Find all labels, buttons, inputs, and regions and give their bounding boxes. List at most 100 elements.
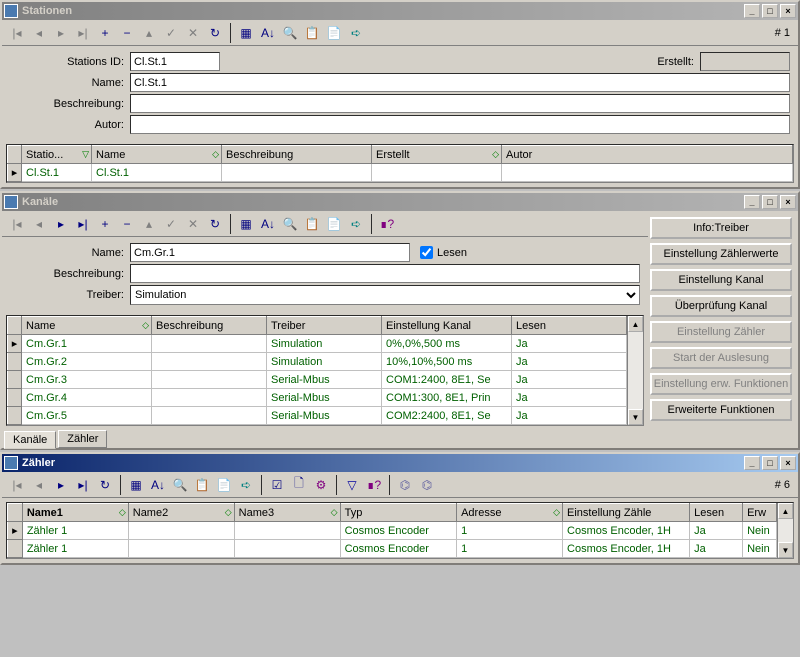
scrollbar[interactable]: ▲ ▼ [627,316,643,425]
table-row[interactable]: ▸ Cl.St.1 Cl.St.1 [8,164,793,182]
minimize-button[interactable]: _ [744,456,760,470]
nav-prev-icon[interactable]: ◂ [29,23,49,43]
grid-icon[interactable]: ▦ [236,23,256,43]
col-kbeschreibung[interactable]: Beschreibung [152,317,267,335]
table-row[interactable]: Cm.Gr.5 Serial-Mbus COM2:2400, 8E1, Se J… [8,407,627,425]
maximize-button[interactable]: □ [762,456,778,470]
col-name1[interactable]: Name1◇ [22,504,128,522]
search-icon[interactable]: 🔍 [280,23,300,43]
info-treiber-button[interactable]: Info:Treiber [650,217,792,239]
einstellung-kanal-button[interactable]: Einstellung Kanal [650,269,792,291]
einstellung-zaehlerwerte-button[interactable]: Einstellung Zählerwerte [650,243,792,265]
col-beschreibung[interactable]: Beschreibung [222,146,372,164]
new-doc-icon[interactable]: 🗋 [289,475,309,495]
col-einstellung-kanal[interactable]: Einstellung Kanal [382,317,512,335]
add-icon[interactable]: + [95,214,115,234]
col-name3[interactable]: Name3◇ [234,504,340,522]
table-row[interactable]: Zähler 1 Cosmos Encoder 1 Cosmos Encoder… [8,540,777,558]
gear-icon[interactable]: ⚙ [311,475,331,495]
check-icon[interactable]: ☑ [267,475,287,495]
maximize-button[interactable]: □ [762,4,778,18]
kname-input[interactable] [130,243,410,262]
edit-icon[interactable]: ▴ [139,23,159,43]
tree2-icon[interactable]: ⌬ [417,475,437,495]
nav-last-icon[interactable]: ▸| [73,214,93,234]
tree-icon[interactable]: ⌬ [395,475,415,495]
scroll-down-icon[interactable]: ▼ [778,542,793,558]
edit-icon[interactable]: ▴ [139,214,159,234]
table-row[interactable]: Cm.Gr.4 Serial-Mbus COM1:300, 8E1, Prin … [8,389,627,407]
col-lesen[interactable]: Lesen [512,317,627,335]
tab-zaehler[interactable]: Zähler [58,430,107,448]
table-row[interactable]: ▸ Cm.Gr.1 Simulation 0%,0%,500 ms Ja [8,335,627,353]
sort-icon[interactable]: A↓ [258,214,278,234]
col-name2[interactable]: Name2◇ [128,504,234,522]
grid-icon[interactable]: ▦ [236,214,256,234]
table-row[interactable]: Cm.Gr.2 Simulation 10%,10%,500 ms Ja [8,353,627,371]
delete-icon[interactable]: − [117,23,137,43]
help-icon[interactable]: ∎? [377,214,397,234]
add-icon[interactable]: + [95,23,115,43]
close-button[interactable]: × [780,195,796,209]
nav-prev-icon[interactable]: ◂ [29,214,49,234]
col-adresse[interactable]: Adresse◇ [457,504,563,522]
grid-icon[interactable]: ▦ [126,475,146,495]
table-row[interactable]: Cm.Gr.3 Serial-Mbus COM1:2400, 8E1, Se J… [8,371,627,389]
nav-next-icon[interactable]: ▸ [51,23,71,43]
maximize-button[interactable]: □ [762,195,778,209]
refresh-icon[interactable]: ↻ [205,23,225,43]
paste-icon[interactable]: 📄 [214,475,234,495]
col-statio[interactable]: Statio...▽ [22,146,92,164]
post-icon[interactable]: ✓ [161,214,181,234]
paste-icon[interactable]: 📄 [324,214,344,234]
scroll-down-icon[interactable]: ▼ [628,409,643,425]
col-name[interactable]: Name◇ [92,146,222,164]
cancel-icon[interactable]: ✕ [183,23,203,43]
col-typ[interactable]: Typ [340,504,457,522]
refresh-icon[interactable]: ↻ [205,214,225,234]
minimize-button[interactable]: _ [744,4,760,18]
filter-icon[interactable]: ▽ [342,475,362,495]
erstellt-input[interactable] [700,52,790,71]
beschreibung-input[interactable] [130,94,790,113]
paste-icon[interactable]: 📄 [324,23,344,43]
copy-icon[interactable]: 📋 [302,23,322,43]
stations-id-input[interactable] [130,52,220,71]
nav-last-icon[interactable]: ▸| [73,23,93,43]
nav-prev-icon[interactable]: ◂ [29,475,49,495]
col-erstellt[interactable]: Erstellt◇ [372,146,502,164]
autor-input[interactable] [130,115,790,134]
stationen-grid[interactable]: Statio...▽ Name◇ Beschreibung Erstellt◇ … [6,144,794,183]
minimize-button[interactable]: _ [744,195,760,209]
help-icon[interactable]: ∎? [364,475,384,495]
scrollbar[interactable]: ▲ ▼ [777,503,793,558]
col-erw[interactable]: Erw [743,504,777,522]
close-button[interactable]: × [780,4,796,18]
post-icon[interactable]: ✓ [161,23,181,43]
export-icon[interactable]: ➪ [236,475,256,495]
scroll-up-icon[interactable]: ▲ [628,316,643,332]
search-icon[interactable]: 🔍 [170,475,190,495]
tab-kanaele[interactable]: Kanäle [4,431,56,449]
col-lesen[interactable]: Lesen [690,504,743,522]
refresh-icon[interactable]: ↻ [95,475,115,495]
nav-next-icon[interactable]: ▸ [51,214,71,234]
zaehler-grid[interactable]: Name1◇ Name2◇ Name3◇ Typ Adresse◇ Einste… [6,502,794,559]
kbeschreibung-input[interactable] [130,264,640,283]
table-row[interactable]: ▸ Zähler 1 Cosmos Encoder 1 Cosmos Encod… [8,522,777,540]
kanaele-grid[interactable]: Name◇ Beschreibung Treiber Einstellung K… [6,315,644,426]
nav-first-icon[interactable]: |◂ [7,23,27,43]
name-input[interactable] [130,73,790,92]
lesen-check[interactable] [420,246,433,259]
ueberpruefung-kanal-button[interactable]: Überprüfung Kanal [650,295,792,317]
lesen-checkbox[interactable]: Lesen [420,246,467,259]
sort-icon[interactable]: A↓ [258,23,278,43]
copy-icon[interactable]: 📋 [192,475,212,495]
treiber-select[interactable]: Simulation [130,285,640,305]
col-kname[interactable]: Name◇ [22,317,152,335]
delete-icon[interactable]: − [117,214,137,234]
scroll-up-icon[interactable]: ▲ [778,503,793,519]
col-einstellung-zaehler[interactable]: Einstellung Zähle [563,504,690,522]
cancel-icon[interactable]: ✕ [183,214,203,234]
sort-icon[interactable]: A↓ [148,475,168,495]
